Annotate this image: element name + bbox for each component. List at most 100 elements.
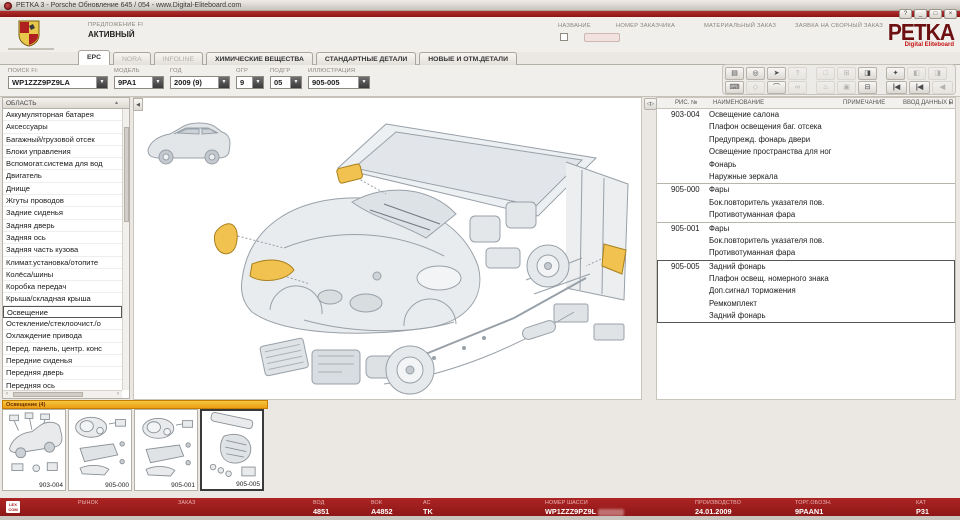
window-minimize[interactable]: _ <box>914 9 927 19</box>
table-row[interactable]: 903-004Освещение салона <box>657 109 955 121</box>
sidebar-item-двигатель[interactable]: Двигатель <box>3 170 122 182</box>
table-row[interactable]: Наружные зеркала <box>657 171 955 183</box>
key-icon[interactable]: ◇ <box>746 81 765 94</box>
thumbnail[interactable]: 905-005 <box>200 409 264 491</box>
tab-epc[interactable]: EPC <box>78 50 110 65</box>
document-icon[interactable]: □ <box>816 67 835 80</box>
table-row[interactable]: Предупрежд. фонарь двери <box>657 134 955 146</box>
dropdown-icon[interactable]: ▼ <box>96 77 107 88</box>
table-row[interactable]: Плафон освещ. номерного знака <box>657 273 955 285</box>
tab-новые-и-отм-детали[interactable]: НОВЫЕ И ОТМ.ДЕТАЛИ <box>419 52 517 65</box>
sidebar-item-передняя-ось[interactable]: Передняя ось <box>3 380 122 390</box>
sidebar-item-вспомогат-система-для-вод[interactable]: Вспомогат.система для вод <box>3 158 122 170</box>
table-row[interactable]: Фонарь <box>657 159 955 171</box>
tab-infoline[interactable]: INFOLINE <box>154 52 203 65</box>
panel-splitter-button[interactable]: ◁▷ <box>644 98 657 110</box>
filter-combo[interactable]: WP1ZZZ9PZ9LA▼ <box>8 76 108 89</box>
page-copy-icon[interactable]: ◨ <box>928 67 947 80</box>
nav-prev-icon[interactable]: |◀ <box>909 81 930 94</box>
link-icon[interactable]: ∞ <box>788 81 807 94</box>
sidebar-item-передняя-дверь[interactable]: Передняя дверь <box>3 367 122 379</box>
pin-icon[interactable]: ✦ <box>886 67 905 80</box>
dropdown-icon[interactable]: ▼ <box>152 77 163 88</box>
hscroll-left-icon[interactable]: ‹ <box>3 391 11 398</box>
filter-combo[interactable]: 05▼ <box>270 76 302 89</box>
hscroll-thumb[interactable] <box>13 392 83 397</box>
filter-combo[interactable]: 905-005▼ <box>308 76 370 89</box>
sidebar-item-жгуты-проводов[interactable]: Жгуты проводов <box>3 195 122 207</box>
glass-icon[interactable]: ♨ <box>816 81 835 94</box>
filter-combo[interactable]: 9PA1▼ <box>114 76 164 89</box>
sidebar-item-днище[interactable]: Днище <box>3 183 122 195</box>
sidebar-item-коробка-передач[interactable]: Коробка передач <box>3 281 122 293</box>
sidebar-item-крыша-складная-крыша[interactable]: Крыша/складная крыша <box>3 293 122 305</box>
table-row[interactable]: 905-000Фары <box>657 184 955 196</box>
print-icon[interactable]: ▤ <box>725 67 744 80</box>
thumbnail[interactable]: 903-004 <box>2 409 66 491</box>
table-row[interactable]: Плафон освещения баг. отсека <box>657 121 955 133</box>
table-row[interactable]: 905-005Задний фонарь <box>657 261 955 273</box>
vscroll-thumb[interactable] <box>124 127 129 222</box>
sidebar-item-багажный-грузовой-отсек[interactable]: Багажный/грузовой отсек <box>3 134 122 146</box>
sidebar-item-блоки-управления[interactable]: Блоки управления <box>3 146 122 158</box>
dropdown-icon[interactable]: ▼ <box>290 77 301 88</box>
table-row[interactable]: Бок.повторитель указателя пов. <box>657 197 955 209</box>
tab-nora[interactable]: NORA <box>113 52 151 65</box>
sidebar-item-задние-сиденья[interactable]: Задние сиденья <box>3 207 122 219</box>
send-icon[interactable]: ➤ <box>767 67 786 80</box>
sidebar-item-передние-сиденья[interactable]: Передние сиденья <box>3 355 122 367</box>
cart-export-icon[interactable]: ◨ <box>858 67 877 80</box>
keyboard-icon[interactable]: ⌨ <box>725 81 744 94</box>
gauge-icon[interactable]: ⌒ <box>767 81 786 94</box>
sidebar-item-аксессуары[interactable]: Аксессуары <box>3 121 122 133</box>
name-checkbox[interactable] <box>560 33 568 41</box>
copy-doc-icon[interactable]: ⊞ <box>837 67 856 80</box>
window-restore[interactable]: □ <box>929 9 942 19</box>
sidebar-item-охлаждение-привода[interactable]: Охлаждение привода <box>3 330 122 342</box>
dropdown-icon[interactable]: ▼ <box>252 77 263 88</box>
table-row[interactable]: Задний фонарь <box>657 310 955 322</box>
column-header-0[interactable]: РИС. № <box>675 98 697 109</box>
clipboard-icon[interactable]: ▣ <box>837 81 856 94</box>
tab-химические-вещества[interactable]: ХИМИЧЕСКИЕ ВЕЩЕСТВА <box>206 52 313 65</box>
page-back-icon[interactable]: ◧ <box>907 67 926 80</box>
sidebar-hscrollbar[interactable]: ‹ › <box>3 390 122 398</box>
sidebar-collapse-button[interactable]: ◀ <box>133 98 143 111</box>
window-close[interactable]: × <box>944 9 957 19</box>
sidebar-vscrollbar[interactable] <box>122 109 129 390</box>
table-row[interactable]: Освещение пространства для ног <box>657 146 955 158</box>
sidebar-item-освещение[interactable]: Освещение <box>3 306 122 318</box>
sidebar-item-колёса-шины[interactable]: Колёса/шины <box>3 269 122 281</box>
cart-icon[interactable]: ⊟ <box>858 81 877 94</box>
help-search-icon[interactable]: ? <box>788 67 807 80</box>
table-row[interactable]: Доп.сигнал торможения <box>657 285 955 297</box>
filter-combo[interactable]: 9▼ <box>236 76 264 89</box>
sidebar-item-остекление-стеклоочист-о[interactable]: Остекление/стеклоочист./о <box>3 318 122 330</box>
column-header-2[interactable]: ПРИМЕЧАНИЕ <box>843 98 885 109</box>
sidebar-item-климат-установка-отопите[interactable]: Климат.установка/отопите <box>3 257 122 269</box>
sidebar-item-задняя-часть-кузова[interactable]: Задняя часть кузова <box>3 244 122 256</box>
hscroll-right-icon[interactable]: › <box>114 391 122 398</box>
window-help[interactable]: ? <box>899 9 912 19</box>
nav-first-icon[interactable]: |◀ <box>886 81 907 94</box>
sidebar-item-задняя-дверь[interactable]: Задняя дверь <box>3 220 122 232</box>
sidebar-header[interactable]: ОБЛАСТЬ ▲ <box>3 98 129 109</box>
column-header-1[interactable]: НАИМЕНОВАНИЕ <box>713 98 764 109</box>
nav-back-icon[interactable]: ◀ <box>932 81 953 94</box>
customer-number-input[interactable] <box>584 33 620 42</box>
sidebar-item-задняя-ось[interactable]: Задняя ось <box>3 232 122 244</box>
dropdown-icon[interactable]: ▼ <box>358 77 369 88</box>
dropdown-icon[interactable]: ▼ <box>218 77 229 88</box>
globe-icon[interactable]: ◎ <box>746 67 765 80</box>
thumbnail[interactable]: 905-000 <box>68 409 132 491</box>
table-row[interactable]: Противотуманная фара <box>657 209 955 221</box>
table-row[interactable]: Противотуманная фара <box>657 247 955 259</box>
filter-combo[interactable]: 2009 (9)▼ <box>170 76 230 89</box>
tab-стандартные-детали[interactable]: СТАНДАРТНЫЕ ДЕТАЛИ <box>316 52 416 65</box>
illustration-canvas[interactable] <box>133 97 642 400</box>
table-row[interactable]: Бок.повторитель указателя пов. <box>657 235 955 247</box>
thumbnail[interactable]: 905-001 <box>134 409 198 491</box>
table-row[interactable]: 905-001Фары <box>657 223 955 235</box>
column-header-3[interactable]: ВВОД ДАННЫХ ПО М <box>903 98 953 109</box>
sidebar-item-перед-панель-центр-конс[interactable]: Перед. панель, центр. конс <box>3 343 122 355</box>
